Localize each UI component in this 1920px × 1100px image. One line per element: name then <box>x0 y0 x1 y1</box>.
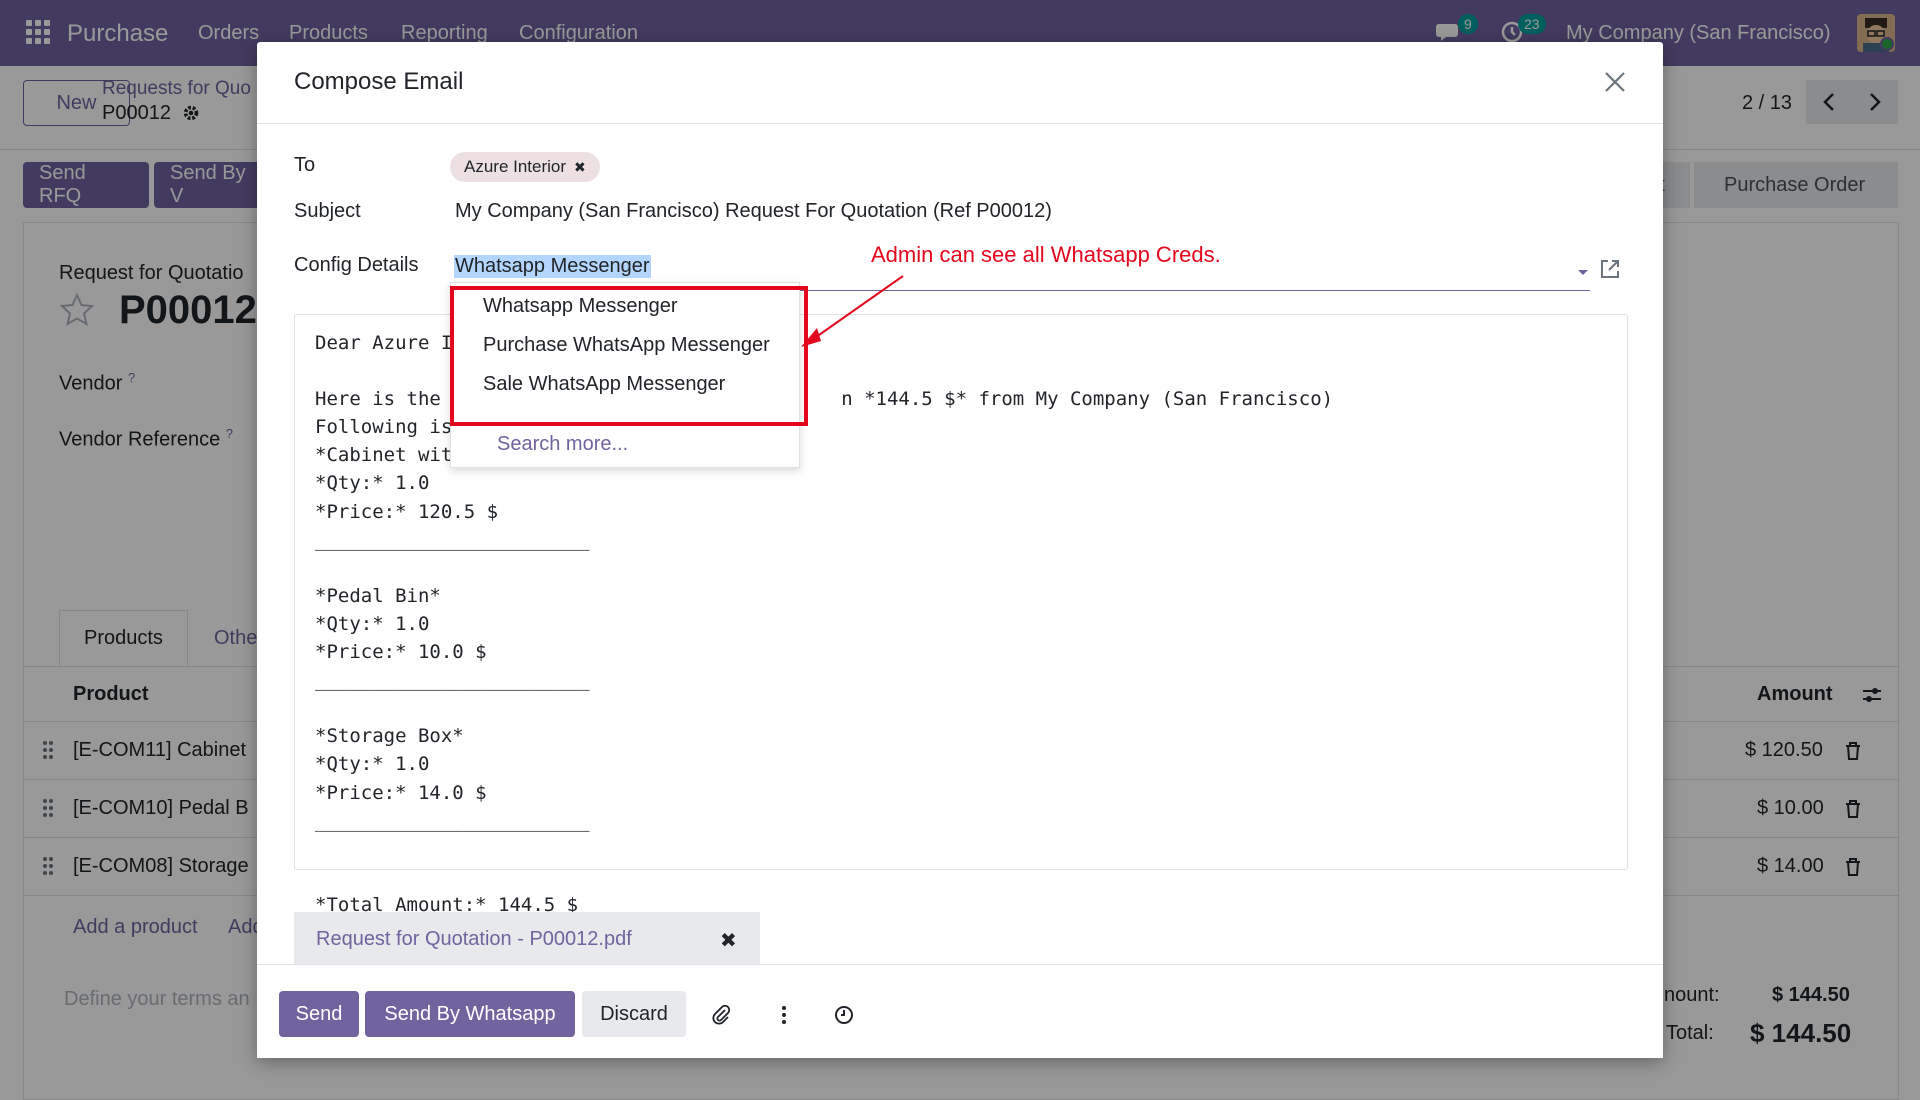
compose-email-dialog: Compose Email To Azure Interior ✖ Subjec… <box>257 42 1663 1058</box>
remove-attachment-icon[interactable]: ✖ <box>720 928 737 953</box>
annotation-arrow-icon <box>801 275 904 347</box>
dropdown-search-more[interactable]: Search more... <box>451 425 801 463</box>
attachment-name[interactable]: Request for Quotation - P00012.pdf <box>316 928 632 951</box>
subject-label: Subject <box>294 200 361 222</box>
annotation-highlight-box <box>450 286 808 426</box>
to-label: To <box>294 154 316 176</box>
send-by-whatsapp-button[interactable]: Send By Whatsapp <box>365 991 575 1037</box>
external-link-icon[interactable] <box>1599 258 1621 280</box>
schedule-clock-icon[interactable] <box>834 1005 854 1025</box>
attachment-item[interactable]: Request for Quotation - P00012.pdf ✖ <box>294 912 760 970</box>
config-details-value[interactable]: Whatsapp Messenger <box>454 255 651 278</box>
annotation-text: Admin can see all Whatsapp Creds. <box>871 242 1221 267</box>
dialog-header: Compose Email <box>257 42 1663 124</box>
config-details-label: Config Details <box>294 254 419 276</box>
remove-tag-icon[interactable]: ✖ <box>574 159 586 176</box>
recipient-tag-label: Azure Interior <box>464 157 567 176</box>
recipient-tag[interactable]: Azure Interior ✖ <box>450 152 600 182</box>
dialog-title: Compose Email <box>294 68 464 95</box>
close-icon[interactable] <box>1603 70 1627 94</box>
discard-button[interactable]: Discard <box>582 991 686 1037</box>
more-options-icon[interactable] <box>774 1005 794 1025</box>
send-button[interactable]: Send <box>279 991 359 1037</box>
subject-input[interactable]: My Company (San Francisco) Request For Q… <box>455 200 1052 223</box>
paperclip-icon[interactable] <box>712 1005 732 1025</box>
caret-down-icon[interactable] <box>1577 266 1589 278</box>
dialog-footer: Send Send By Whatsapp Discard <box>257 964 1663 1058</box>
